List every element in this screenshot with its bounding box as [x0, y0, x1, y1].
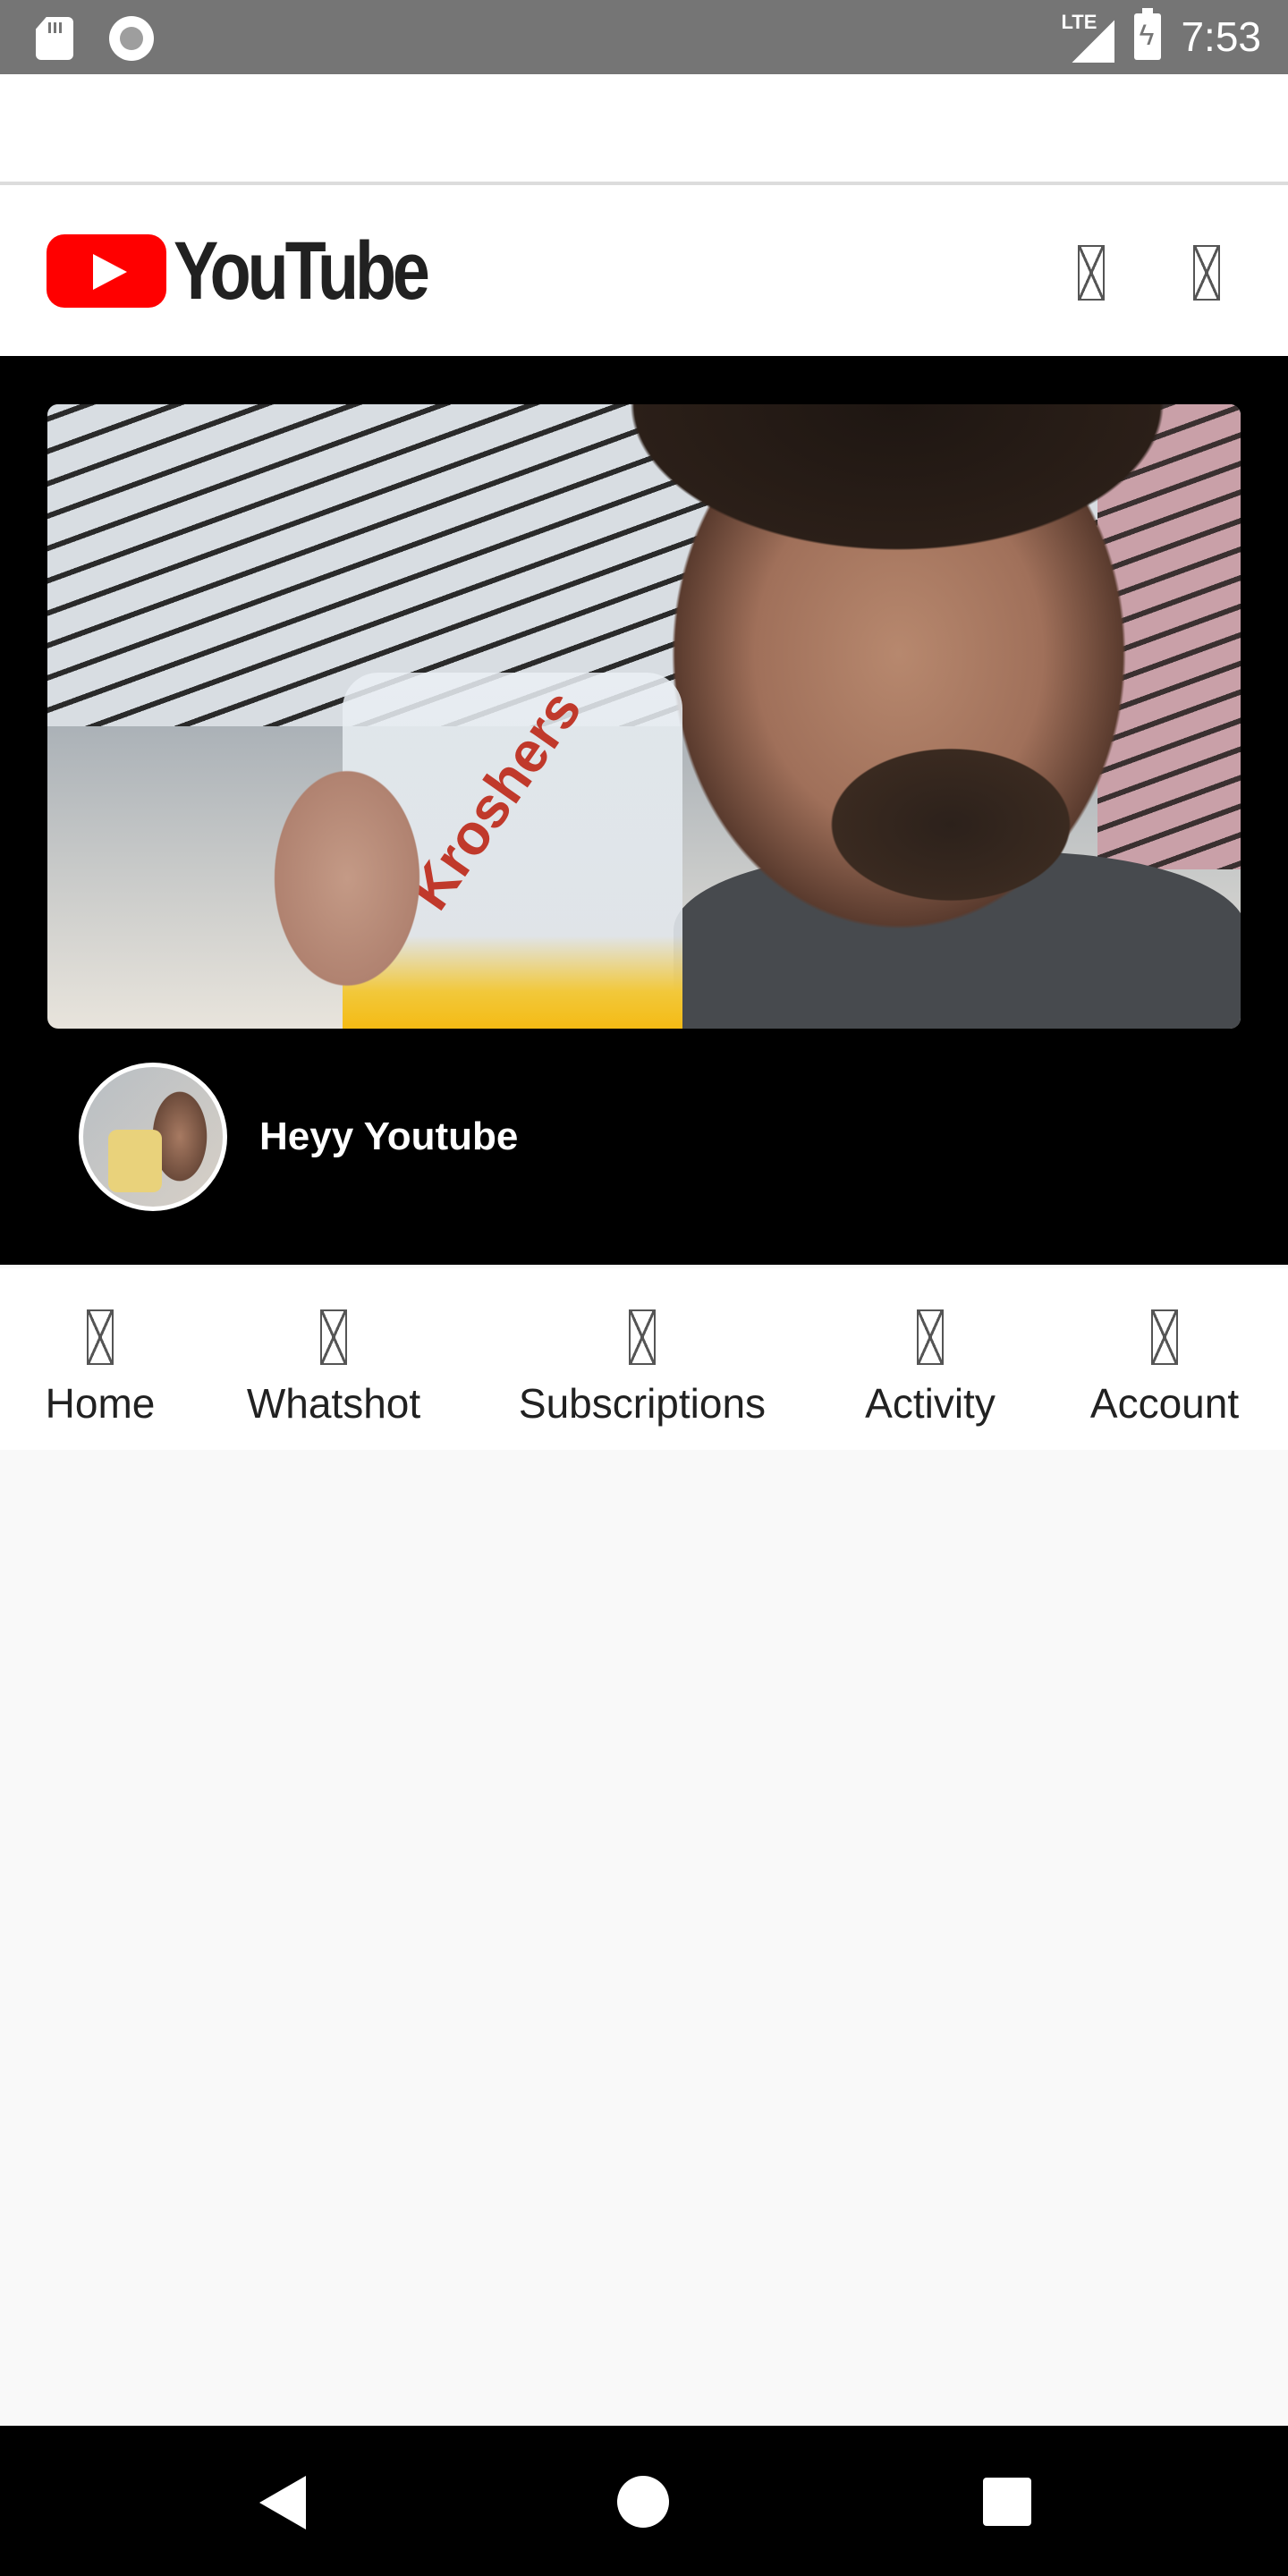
nav-label-whatshot: Whatshot	[246, 1380, 421, 1427]
nav-label-home: Home	[45, 1380, 156, 1427]
network-type-label: LTE	[1061, 11, 1097, 33]
whatshot-icon	[320, 1309, 347, 1365]
channel-title: Heyy Youtube	[259, 1114, 519, 1158]
activity-icon	[917, 1309, 944, 1365]
screen: LTE 7:53 YouTube Kroshers	[0, 0, 1288, 2576]
app-header: YouTube	[0, 185, 1288, 356]
thumbnail-hair	[584, 404, 1210, 610]
nav-item-whatshot[interactable]: Whatshot	[240, 1268, 428, 1450]
video-thumbnail[interactable]: Kroshers	[47, 404, 1241, 1029]
status-indicators: LTE 7:53	[1061, 8, 1261, 63]
nav-item-subscriptions[interactable]: Subscriptions	[508, 1268, 776, 1450]
featured-video-card[interactable]: Kroshers Heyy Youtube	[0, 356, 1288, 1265]
play-logo-icon	[47, 234, 166, 308]
nav-label-subscriptions: Subscriptions	[518, 1380, 767, 1427]
nav-item-home[interactable]: Home	[42, 1268, 158, 1450]
blank-top-bar	[0, 74, 1288, 185]
thumbnail-hand	[244, 726, 450, 1029]
nav-label-account: Account	[1089, 1380, 1240, 1427]
sync-icon	[109, 16, 154, 61]
back-icon[interactable]	[259, 2476, 306, 2529]
network-indicator: LTE	[1061, 11, 1115, 63]
nav-item-account[interactable]: Account	[1082, 1268, 1247, 1450]
subscriptions-icon	[629, 1309, 656, 1365]
account-icon[interactable]	[1193, 245, 1220, 301]
nav-label-activity: Activity	[865, 1380, 996, 1427]
content-area	[0, 1450, 1288, 2426]
search-icon[interactable]	[1078, 245, 1105, 301]
battery-charging-icon	[1134, 8, 1162, 60]
home-icon	[87, 1309, 114, 1365]
status-bar: LTE 7:53	[0, 0, 1288, 74]
status-notifications	[36, 16, 154, 61]
status-clock: 7:53	[1181, 13, 1261, 60]
youtube-logo[interactable]: YouTube	[47, 230, 482, 312]
home-circle-icon[interactable]	[617, 2476, 669, 2528]
bottom-navigation: Home Whatshot Subscriptions Activity Acc…	[0, 1268, 1288, 1450]
channel-avatar[interactable]	[79, 1063, 227, 1211]
system-navigation-bar	[0, 2426, 1288, 2576]
logo-text: YouTube	[174, 225, 430, 317]
sd-card-icon	[36, 17, 73, 60]
recents-icon[interactable]	[983, 2478, 1031, 2526]
account-icon	[1151, 1309, 1178, 1365]
nav-item-activity[interactable]: Activity	[857, 1268, 1004, 1450]
thumbnail-beard	[754, 699, 1148, 950]
channel-row[interactable]: Heyy Youtube	[79, 1063, 518, 1211]
